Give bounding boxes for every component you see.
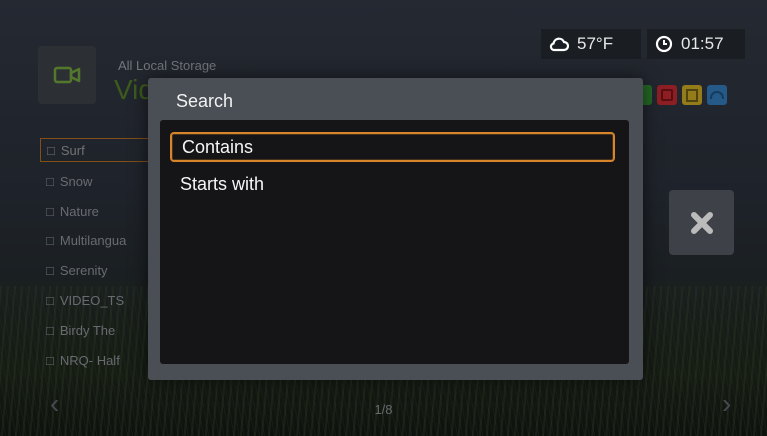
media-player-screen: All Local Storage Vid □ Surf □ Snow □ Na… [0,0,767,436]
search-options-list: Contains Starts with [160,120,629,364]
option-label: Starts with [180,173,265,194]
temperature-label: 57°F [577,34,614,53]
weather-status: 57°F [541,29,641,59]
time-label: 01:57 [681,34,724,53]
option-starts-with[interactable]: Starts with [170,169,615,199]
option-label: Contains [182,136,254,157]
clock-status: 01:57 [647,29,745,59]
dialog-title: Search [176,91,234,111]
search-dialog: Search Contains Starts with [148,78,643,380]
clock-icon [655,35,673,53]
option-contains[interactable]: Contains [170,132,615,162]
cloud-icon [549,37,569,52]
